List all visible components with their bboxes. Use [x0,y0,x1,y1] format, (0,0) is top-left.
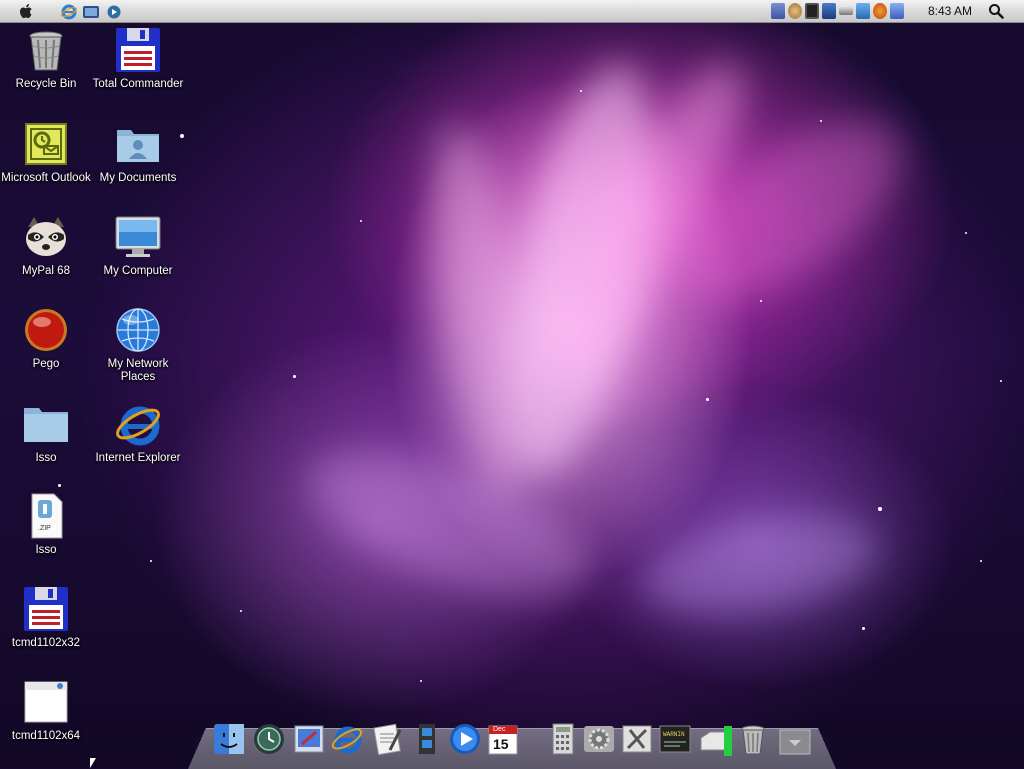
trash-icon [22,26,70,74]
svg-text:.ZIP: .ZIP [38,525,51,532]
icon-label: Isso [35,544,57,556]
mouse-cursor [90,758,96,768]
icon-label: Recycle Bin [15,78,77,90]
ie-dock-icon[interactable] [330,722,364,758]
floppy-icon [22,585,70,633]
wallpaper-streak [516,41,774,399]
shield-icon[interactable] [788,3,802,19]
icon-label: tcmd1102x32 [11,637,81,649]
folder-icon [22,400,70,448]
wallpaper-streak [413,116,547,504]
apple-menu-icon[interactable] [18,3,36,20]
app-tray-icon[interactable] [890,3,904,19]
zip-icon: .ZIP [22,492,70,540]
desktop-icon-my-documents[interactable]: My Documents [90,120,186,185]
desktop-icon-pego[interactable]: Pego [0,306,94,371]
icon-label: tcmd1102x64 [11,730,81,742]
film-icon[interactable] [410,722,444,758]
console-icon[interactable]: WARNIN [658,722,692,758]
windows-icon[interactable] [83,3,99,20]
desktop-icon-my-computer[interactable]: My Computer [90,213,186,278]
search-tray-icon[interactable] [873,3,887,19]
network-icon[interactable] [771,3,785,19]
icon-label: Internet Explorer [95,452,181,464]
quicktime-icon[interactable] [448,722,482,758]
app-window-icon [22,678,70,726]
desktop-icon-my-network-places[interactable]: My Network Places [90,306,186,384]
wallpaper-streak [290,422,610,628]
mail-icon[interactable] [292,722,326,758]
desktop-icon-tcmd1102x32[interactable]: tcmd1102x32 [0,585,94,650]
calculator-icon[interactable] [546,722,580,758]
system-tray [771,3,904,19]
red-orb-icon [22,306,70,354]
keyboard-icon[interactable] [839,7,853,15]
drive-icon[interactable] [698,722,732,758]
icon-label: My Network Places [107,358,169,383]
icon-label: My Documents [99,172,177,184]
display-icon[interactable] [822,3,836,19]
desktop-icon-total-commander[interactable]: Total Commander [90,26,186,91]
console-label: WARNIN [663,731,685,738]
calendar-icon[interactable]: Dec 15 [486,722,520,758]
desktop-icon-recycle-bin[interactable]: Recycle Bin [0,26,94,91]
wallpaper-streak [634,499,886,631]
menu-bar: 8:43 AM [0,0,1024,23]
icon-label: Microsoft Outlook [1,172,91,184]
floppy-icon [114,26,162,74]
icon-label: My Computer [103,265,173,277]
menu-clock[interactable]: 8:43 AM [928,4,972,18]
monitor-icon [114,213,162,261]
wallpaper-streak [477,52,683,488]
textedit-icon[interactable] [370,722,404,758]
desktop-icon-isso-zip[interactable]: .ZIP Isso [0,492,94,557]
media-player-icon[interactable] [107,3,121,20]
user-folder-icon [114,120,162,168]
raccoon-icon [22,213,70,261]
utilities-icon[interactable] [620,722,654,758]
spotlight-icon[interactable] [988,3,1004,20]
calendar-day: 15 [493,736,509,752]
icon-label: MyPal 68 [22,265,70,277]
starfield [0,0,1024,768]
outlook-icon [22,120,70,168]
desktop-icon-isso-folder[interactable]: Isso [0,400,94,465]
battery-icon[interactable] [805,3,819,19]
ie-icon[interactable] [61,3,77,20]
system-preferences-icon[interactable] [582,722,616,758]
desktop-icon-microsoft-outlook[interactable]: Microsoft Outlook [0,120,94,185]
time-machine-icon[interactable] [252,722,286,758]
ie-icon [114,400,162,448]
globe-icon [114,306,162,354]
calendar-month: Dec [493,726,506,733]
finder-icon[interactable] [212,722,246,758]
stack-icon[interactable] [778,722,812,758]
desktop-icon-tcmd1102x64[interactable]: tcmd1102x64 [0,678,94,743]
wallpaper-streak [649,86,931,334]
trash-dock-icon[interactable] [736,722,770,758]
icon-label: Pego [32,358,60,370]
chart-icon[interactable] [856,3,870,19]
icon-label: Isso [35,452,57,464]
desktop-icon-internet-explorer[interactable]: Internet Explorer [90,400,186,465]
icon-label: Total Commander [92,78,184,90]
desktop-icon-mypal[interactable]: MyPal 68 [0,213,94,278]
